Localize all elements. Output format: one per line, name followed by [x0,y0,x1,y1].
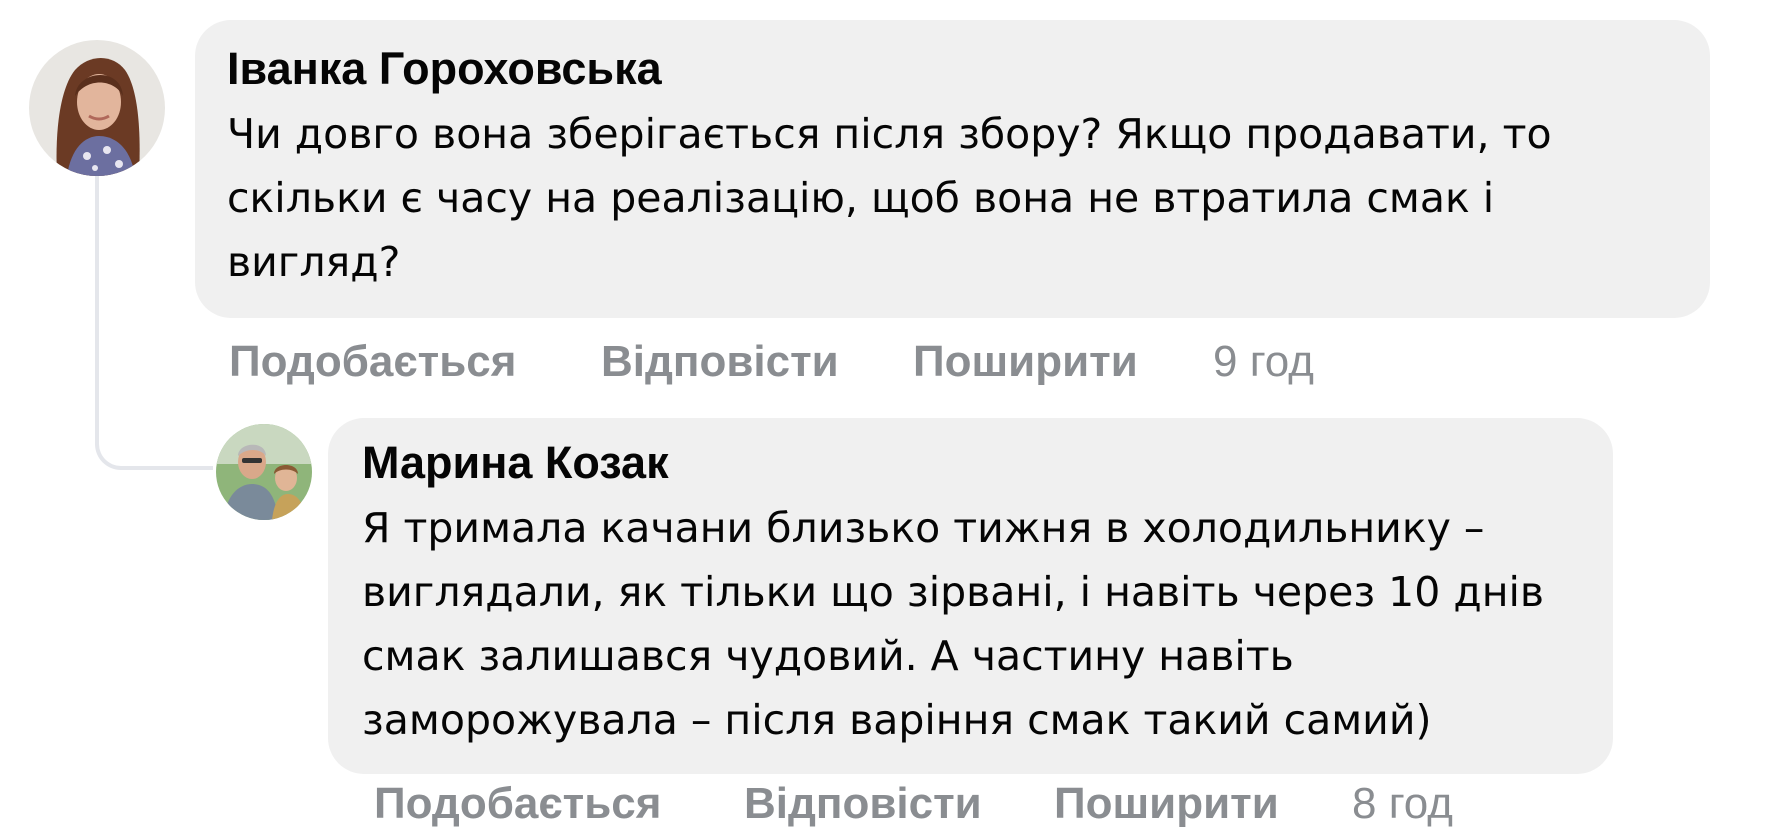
share-button[interactable]: Поширити [1054,778,1279,830]
avatar[interactable] [29,40,165,176]
comment-text: Я тримала качани близько тижня в холодил… [362,504,1545,744]
woman-portrait-icon [29,40,165,176]
two-people-icon [216,424,312,520]
avatar[interactable] [216,424,312,520]
comment-text: Чи довго вона зберігається після збору? … [227,110,1552,286]
reply-button[interactable]: Відповісти [601,336,839,388]
comment-author[interactable]: Іванка Гороховська [227,40,1680,98]
like-button[interactable]: Подобається [229,336,516,388]
share-button[interactable]: Поширити [913,336,1138,388]
comment-timestamp[interactable]: 8 год [1352,778,1453,830]
comment-bubble: Іванка Гороховська Чи довго вона зберіга… [195,20,1710,318]
reply-button[interactable]: Відповісти [744,778,982,830]
comment-bubble: Марина Козак Я тримала качани близько ти… [328,418,1613,774]
like-button[interactable]: Подобається [374,778,661,830]
comment-timestamp[interactable]: 9 год [1213,336,1314,388]
comment-author[interactable]: Марина Козак [362,434,1583,492]
